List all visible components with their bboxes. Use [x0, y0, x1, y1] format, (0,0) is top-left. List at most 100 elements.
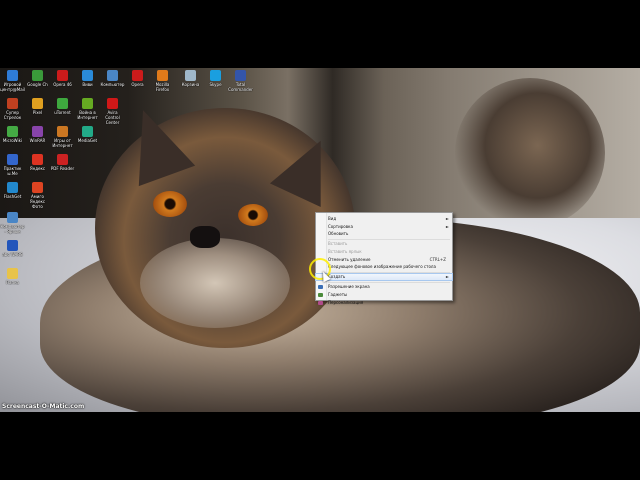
recycle-bin-icon: [185, 70, 196, 81]
desktop-icon[interactable]: Корзина: [178, 70, 203, 87]
desktop-icon-label: Папка: [6, 280, 19, 285]
desktop-icon[interactable]: Папка: [0, 268, 25, 285]
submenu-arrow-icon: ►: [445, 223, 449, 229]
context-menu-item-label: Вставить ярлык: [328, 248, 362, 254]
desktop-icon[interactable]: Skype: [203, 70, 228, 87]
context-menu-item[interactable]: Создать ►: [315, 273, 453, 282]
context-menu-item[interactable]: Обновить: [316, 231, 452, 237]
pdf-icon: [57, 154, 68, 165]
desktop-icon[interactable]: MicroWiki: [0, 126, 25, 143]
context-menu-item-label: Разрешение экрана: [328, 284, 370, 290]
desktop-icon-label: Виви: [82, 82, 93, 87]
context-menu-separator: [328, 272, 450, 274]
shortcut-icon: [7, 212, 18, 223]
desktop-icon-label: Супер Стрелок: [3, 110, 22, 120]
app-icon: [7, 126, 18, 137]
context-menu-item[interactable]: Персонализация: [316, 300, 452, 306]
desktop-icon[interactable]: Игровой центр@Mail: [0, 70, 25, 92]
opera-icon: [57, 70, 68, 81]
desktop-icon-label: Pixel: [32, 110, 43, 115]
desktop-icon-label: Google Ch: [27, 82, 48, 87]
desktop-icon[interactable]: Avira Control Center: [100, 98, 125, 125]
firefox-icon: [157, 70, 168, 81]
desktop-icon-label: Амиго Яндекс Фото: [29, 194, 46, 209]
desktop-icon-label: Total Commander: [228, 82, 253, 92]
context-menu-item-label: Вставить: [328, 241, 348, 247]
context-menu-separator: [328, 282, 450, 284]
desktop-icon[interactable]: Яндекс: [25, 154, 50, 171]
context-menu-separator: [328, 239, 450, 241]
recording-watermark: Screencast-O-Matic.com: [2, 403, 85, 410]
desktop-icon-label: uTorrent: [54, 110, 71, 115]
context-menu-item-label: Отменить удаление: [328, 256, 371, 262]
yandex-icon: [32, 154, 43, 165]
desktop-icon[interactable]: Игры от Интернет: [50, 126, 75, 148]
desktop-icon[interactable]: Opera 46: [50, 70, 75, 87]
desktop-icon[interactable]: Амиго Яндекс Фото: [25, 182, 50, 209]
utorrent-icon: [57, 98, 68, 109]
desktop-context-menu: Вид ► Сортировка ► Обновить Вставить Вставить …: [315, 212, 453, 305]
desktop-icon[interactable]: Google Ch: [25, 70, 50, 87]
context-menu-item[interactable]: Сортировка ►: [316, 224, 452, 230]
desktop-icon-label: PDF Reader: [50, 166, 75, 171]
context-menu-item[interactable]: Вид ►: [316, 216, 452, 222]
desktop-icon[interactable]: Mozilla Firefox: [150, 70, 175, 92]
skype-icon: [210, 70, 221, 81]
desktop-icon-label: Avira Control Center: [105, 110, 120, 125]
context-menu-item[interactable]: Гаджеты: [316, 292, 452, 298]
desktop-icon[interactable]: Практик ы.Ме: [0, 154, 25, 176]
total-commander-icon: [235, 70, 246, 81]
desktop-icon[interactable]: FlashGet: [0, 182, 25, 199]
desktop-icon[interactable]: Компьютер: [100, 70, 125, 87]
amigo-icon: [32, 182, 43, 193]
context-menu-item-label: Следующее фоновое изображение рабочего с…: [328, 264, 436, 270]
desktop-icon-label: WinRAR: [29, 138, 46, 143]
desktop-icon[interactable]: abc WARS: [0, 240, 25, 257]
desktop-icon-label: Компьютер: [100, 82, 125, 87]
wallpaper-background-cat: [455, 78, 605, 228]
context-menu-item[interactable]: Отменить удаление CTRL+Z: [316, 257, 452, 263]
pixel-icon: [32, 98, 43, 109]
desktop-icon[interactable]: MediaGet: [75, 126, 100, 143]
game-icon: [7, 98, 18, 109]
wallpaper-cat-cheek: [140, 238, 290, 328]
desktop-icon[interactable]: Total Commander: [228, 70, 253, 92]
desktop-icon[interactable]: Виви: [75, 70, 100, 87]
desktop-icon-label: Практик ы.Ме: [3, 166, 22, 176]
submenu-arrow-icon: ►: [445, 216, 449, 221]
mediaget-icon: [82, 126, 93, 137]
opera-icon: [132, 70, 143, 81]
desktop-icon[interactable]: Война в Интернет: [75, 98, 100, 120]
desktop-icon[interactable]: uTorrent: [50, 98, 75, 115]
desktop-icon-label: Игровой центр@Mail: [0, 82, 25, 92]
menu-item-icon: [318, 292, 323, 297]
desktop-icon[interactable]: Супер Стрелок: [0, 98, 25, 120]
desktop-icon[interactable]: Pixel: [25, 98, 50, 115]
desktop-icon[interactable]: Opera: [125, 70, 150, 87]
app-icon: [7, 154, 18, 165]
context-menu-item-label: Создать: [328, 274, 346, 280]
game-icon: [82, 98, 93, 109]
computer-icon: [107, 70, 118, 81]
context-menu-item[interactable]: Разрешение экрана: [316, 284, 452, 290]
context-menu-item-label: Персонализация: [328, 299, 364, 305]
wallpaper-cat-eye: [153, 191, 187, 217]
desktop-icon-label: MicroWiki: [2, 138, 23, 143]
context-menu-item-label: Сортировка: [328, 223, 353, 229]
chrome-icon: [32, 70, 43, 81]
desktop-icon-label: Opera: [131, 82, 144, 87]
desktop-icon-label: MediaGet: [77, 138, 98, 143]
context-menu-shortcut: CTRL+Z: [429, 256, 446, 262]
context-menu-item-label: Вид: [328, 216, 337, 221]
desktop-icon[interactable]: Компьютер - Ярлык: [0, 212, 25, 234]
menu-item-icon: [318, 285, 323, 290]
context-menu-item-label: Гаджеты: [328, 291, 348, 297]
desktop-icon[interactable]: PDF Reader: [50, 154, 75, 171]
desktop-icon-label: Skype: [209, 82, 222, 87]
desktop-icon-label: Mozilla Firefox: [155, 82, 170, 92]
desktop[interactable]: Игровой центр@Mail Google Ch Opera 46 Виви К…: [0, 68, 640, 412]
context-menu-item[interactable]: Следующее фоновое изображение рабочего с…: [316, 264, 452, 270]
desktop-icon-label: Война в Интернет: [77, 110, 98, 120]
desktop-icon[interactable]: WinRAR: [25, 126, 50, 143]
context-menu-item: Вставить: [316, 241, 452, 247]
